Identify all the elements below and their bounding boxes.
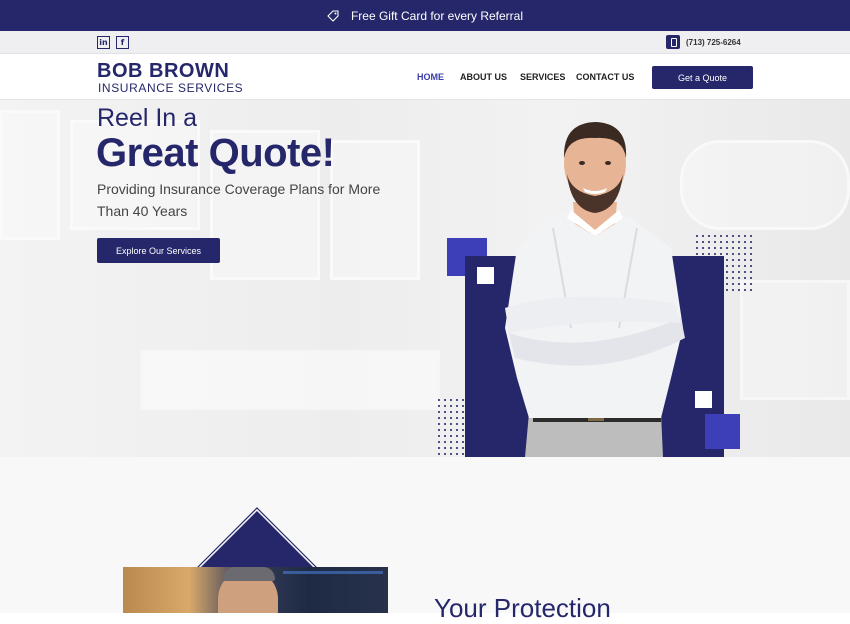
get-quote-button[interactable]: Get a Quote <box>652 66 753 89</box>
social-bar: in f (713) 725-6264 <box>0 31 850 54</box>
bg-table <box>140 350 440 410</box>
logo-subtitle[interactable]: INSURANCE SERVICES <box>98 81 243 95</box>
site-header: BOB BROWN INSURANCE SERVICES HOME ABOUT … <box>0 54 850 100</box>
bg-sculpture <box>680 140 850 230</box>
hero-subtext: Providing Insurance Coverage Plans for M… <box>97 181 381 219</box>
facebook-icon[interactable]: f <box>116 36 129 49</box>
nav-home[interactable]: HOME <box>417 72 444 82</box>
agent-photo <box>505 122 685 457</box>
nav-about[interactable]: ABOUT US <box>460 72 507 82</box>
bg-chair <box>740 280 850 400</box>
white-square <box>477 267 494 284</box>
logo-title[interactable]: BOB BROWN <box>97 60 229 83</box>
person-hair <box>223 567 275 581</box>
promo-bar: Free Gift Card for every Referral <box>0 0 850 31</box>
nav-contact[interactable]: CONTACT US <box>576 72 634 82</box>
linkedin-icon[interactable]: in <box>97 36 110 49</box>
stock-market-photo <box>123 567 388 613</box>
phone-icon <box>666 35 680 49</box>
bg-window <box>0 110 60 240</box>
hero-headline: Great Quote! <box>96 131 335 175</box>
nav-services[interactable]: SERVICES <box>520 72 565 82</box>
ticker-line <box>283 571 383 574</box>
navy-triangle <box>193 511 321 575</box>
promo-text[interactable]: Free Gift Card for every Referral <box>351 9 523 23</box>
section-heading: Your Protection <box>434 593 611 623</box>
tag-icon <box>327 9 339 22</box>
hero-kicker: Reel In a <box>97 104 198 132</box>
phone-number[interactable]: (713) 725-6264 <box>686 38 741 47</box>
white-square <box>695 391 712 408</box>
accent-square <box>705 414 740 449</box>
explore-services-button[interactable]: Explore Our Services <box>97 238 220 263</box>
